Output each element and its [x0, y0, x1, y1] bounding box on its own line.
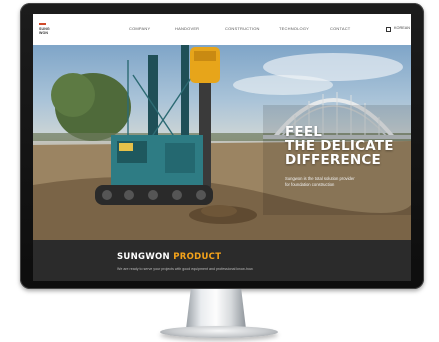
- nav-item-technology[interactable]: TECHNOLOGY: [279, 26, 309, 31]
- logo-line-2: WON: [39, 31, 49, 35]
- site-logo[interactable]: SUNG WON: [39, 23, 61, 37]
- screen: SUNG WON COMPANY HANDOVER CONSTRUCTION T…: [33, 14, 411, 281]
- logo-mark-icon: [39, 23, 46, 25]
- hero-headline-line-3: DIFFERENCE: [285, 152, 381, 168]
- product-section: SUNGWON PRODUCT We are ready to serve yo…: [33, 240, 411, 281]
- monitor-frame: SUNG WON COMPANY HANDOVER CONSTRUCTION T…: [20, 3, 424, 289]
- hero-subtitle: Sungwon is the total solution provider f…: [285, 176, 401, 196]
- globe-icon: [386, 27, 391, 32]
- product-title-brand: SUNGWON: [117, 252, 170, 262]
- hero-subtitle-line-2: for foundation construction: [285, 182, 335, 187]
- product-section-description: We are ready to serve your projects with…: [117, 267, 254, 271]
- language-label: KOREAN: [394, 26, 411, 30]
- site-header: SUNG WON COMPANY HANDOVER CONSTRUCTION T…: [33, 14, 411, 45]
- hero-banner: FEEL THE DELICATE DIFFERENCE Sungwon is …: [33, 45, 411, 240]
- monitor-stand-neck: [186, 289, 246, 329]
- hero-headline-line-2: THE DELICATE: [285, 138, 394, 154]
- logo-text: SUNG WON: [39, 27, 50, 35]
- hero-headline-line-1: FEEL: [285, 124, 323, 140]
- language-selector[interactable]: KOREAN: [386, 26, 410, 34]
- nav-item-handover[interactable]: HANDOVER: [175, 26, 199, 31]
- product-section-title: SUNGWON PRODUCT: [117, 252, 221, 262]
- product-title-accent: PRODUCT: [173, 252, 222, 262]
- nav-item-contact[interactable]: CONTACT: [330, 26, 350, 31]
- main-nav: COMPANY HANDOVER CONSTRUCTION TECHNOLOGY…: [129, 26, 350, 34]
- nav-item-company[interactable]: COMPANY: [129, 26, 150, 31]
- nav-item-construction[interactable]: CONSTRUCTION: [225, 26, 260, 31]
- monitor-stand-base: [160, 326, 278, 338]
